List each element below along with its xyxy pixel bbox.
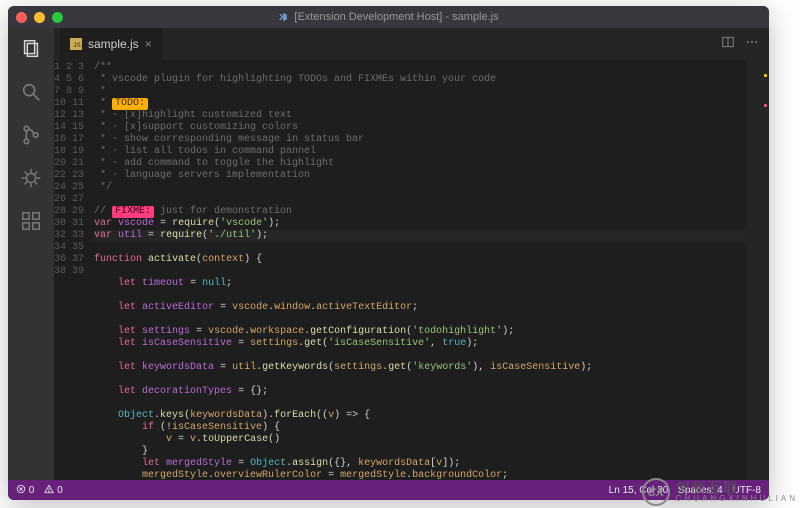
title-bar[interactable]: [Extension Development Host] - sample.js [8,6,769,28]
editor[interactable]: 1 2 3 4 5 6 7 8 9 10 11 12 13 14 15 16 1… [54,60,769,480]
editor-actions [721,28,769,60]
app-window: [Extension Development Host] - sample.js… [8,6,769,500]
split-editor-icon[interactable] [721,35,735,54]
vscode-logo-icon [278,12,288,22]
status-warnings[interactable]: 0 [44,484,62,496]
code-content[interactable]: /** * vscode plugin for highlighting TOD… [94,60,769,480]
window-title-text: [Extension Development Host] - sample.js [294,11,498,23]
status-errors[interactable]: 0 [16,484,34,496]
minimize-window-icon[interactable] [34,12,45,23]
line-number-gutter: 1 2 3 4 5 6 7 8 9 10 11 12 13 14 15 16 1… [54,60,94,480]
watermark: CX 创新互联 CHUANGXINHULIAN [642,478,798,506]
close-window-icon[interactable] [16,12,27,23]
zoom-window-icon[interactable] [52,12,63,23]
explorer-icon[interactable] [20,38,42,65]
search-icon[interactable] [20,81,42,108]
close-tab-icon[interactable]: × [145,37,152,51]
source-control-icon[interactable] [20,124,42,151]
tab-sample-js[interactable]: JS sample.js × [60,28,163,60]
tab-bar: JS sample.js × [54,28,769,60]
minimap[interactable] [747,60,769,480]
activity-bar [8,28,54,480]
watermark-text-cn: 创新互联 [676,481,798,495]
watermark-text-en: CHUANGXINHULIAN [676,495,798,503]
traffic-lights [16,12,63,23]
javascript-file-icon: JS [70,38,82,50]
extensions-icon[interactable] [20,210,42,237]
watermark-logo-icon: CX [642,478,670,506]
window-title: [Extension Development Host] - sample.js [278,11,498,23]
debug-icon[interactable] [20,167,42,194]
editor-group: JS sample.js × 1 2 3 4 5 6 7 8 9 10 11 1… [54,28,769,480]
more-actions-icon[interactable] [745,35,759,54]
svg-text:JS: JS [73,42,81,49]
tab-label: sample.js [88,37,139,51]
